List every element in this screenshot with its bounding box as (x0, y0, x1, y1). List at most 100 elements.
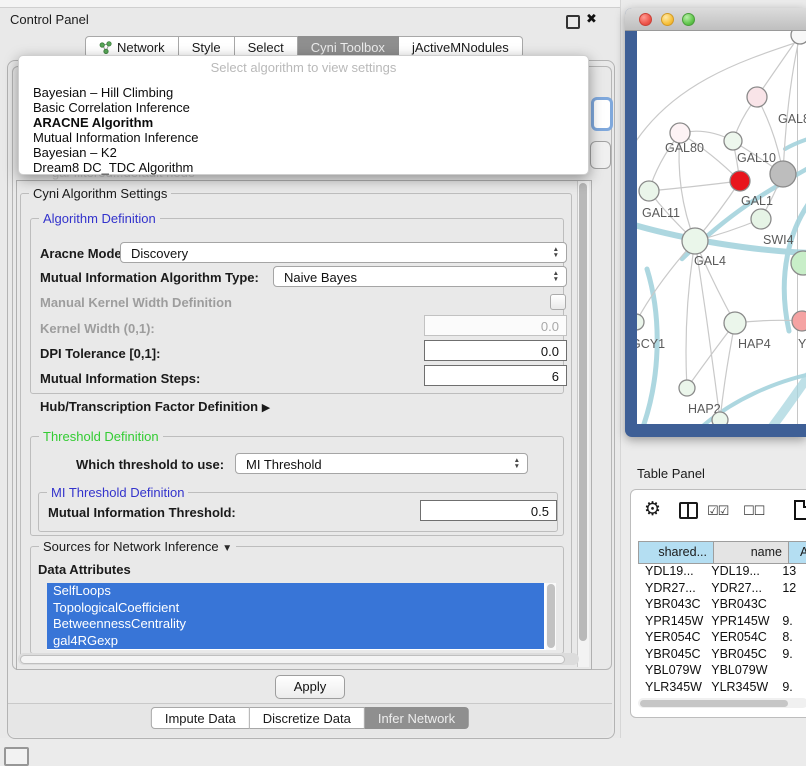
network-node-label: HAP4 (738, 337, 771, 351)
tab-infer-network[interactable]: Infer Network (365, 707, 469, 729)
network-node-label: SWI4 (763, 233, 794, 247)
algorithm-option[interactable]: Bayesian – K2 (19, 145, 588, 160)
table-cell: YDL19... (704, 563, 771, 580)
data-attributes-label: Data Attributes (38, 562, 131, 577)
network-node[interactable] (751, 209, 771, 229)
data-attribute-item[interactable]: SelfLoops (47, 583, 544, 600)
table-horizontal-scrollbar[interactable] (638, 698, 806, 708)
top-strip (0, 0, 620, 8)
network-node-label: GAL80 (665, 141, 704, 155)
mi-steps-field[interactable]: 6 (424, 365, 567, 386)
close-icon[interactable]: ✖ (586, 11, 597, 27)
network-node[interactable] (724, 132, 742, 150)
cyni-algorithm-settings-title: Cyni Algorithm Settings (29, 186, 171, 201)
settings-horizontal-scrollbar[interactable] (18, 653, 579, 665)
table-row[interactable]: YIL052CYIL052C9 (638, 695, 806, 696)
network-icon (99, 41, 112, 54)
network-node[interactable] (770, 161, 796, 187)
export-table-icon[interactable] (794, 500, 806, 520)
tab-cyni-toolbox-label: Cyni Toolbox (311, 40, 385, 55)
table-row[interactable]: YBL079WYBL079W (638, 662, 806, 679)
mi-algorithm-type-combo[interactable]: Naive Bayes ▲▼ (273, 266, 567, 287)
deselect-all-checkboxes-icon[interactable]: ☐☐ (743, 503, 764, 519)
table-cell: 12 (771, 580, 806, 597)
table-row[interactable]: YBR045CYBR045C9. (638, 646, 806, 663)
table-cell: YBR043C (638, 596, 704, 613)
tab-select-label: Select (248, 40, 284, 55)
control-panel-title: Control Panel (10, 12, 89, 27)
settings-vertical-scrollbar[interactable] (577, 181, 589, 667)
table-row[interactable]: YDL19...YDL19...13 (638, 563, 806, 580)
table-cell: 13 (771, 563, 806, 580)
chevron-right-icon: ▶ (262, 402, 270, 414)
table-cell (771, 662, 806, 679)
which-threshold-label: Which threshold to use: (76, 457, 224, 472)
float-window-icon[interactable] (566, 15, 580, 29)
tab-style-label: Style (192, 40, 221, 55)
columns-icon[interactable] (679, 502, 698, 519)
aracne-mode-combo[interactable]: Discovery ▲▼ (120, 242, 567, 263)
close-traffic-light[interactable] (639, 13, 652, 26)
attributes-list-scrollbar[interactable] (546, 583, 556, 650)
network-node[interactable] (730, 171, 750, 191)
data-attribute-item[interactable]: gal4RGexp (47, 633, 544, 650)
network-window-titlebar[interactable] (625, 8, 806, 31)
zoom-traffic-light[interactable] (682, 13, 695, 26)
algorithm-option[interactable]: Basic Correlation Inference (19, 100, 588, 115)
tab-discretize-data[interactable]: Discretize Data (250, 707, 365, 729)
network-node[interactable] (639, 181, 659, 201)
data-attribute-item[interactable]: TopologicalCoefficient (47, 600, 544, 617)
table-cell: 8. (771, 629, 806, 646)
algorithm-dropdown-list: Bayesian – Hill ClimbingBasic Correlatio… (19, 85, 588, 175)
column-header-partial[interactable]: A (788, 542, 806, 563)
manual-kernel-width-label: Manual Kernel Width Definition (40, 295, 232, 310)
focused-combo-fragment (591, 97, 613, 131)
which-threshold-combo[interactable]: MI Threshold ▲▼ (235, 453, 528, 474)
network-node[interactable] (724, 312, 746, 334)
network-node[interactable] (637, 314, 644, 330)
algorithm-option[interactable]: Mutual Information Inference (19, 130, 588, 145)
chevron-down-icon: ▼ (222, 543, 232, 554)
minimize-traffic-light[interactable] (661, 13, 674, 26)
network-node[interactable] (791, 31, 806, 44)
sources-group-title[interactable]: Sources for Network Inference ▼ (39, 539, 236, 554)
table-cell: YDL19... (638, 563, 704, 580)
column-header-shared-name[interactable]: shared... (639, 542, 713, 563)
table-cell: YIL052C (638, 695, 704, 696)
algorithm-option[interactable]: ARACNE Algorithm (19, 115, 588, 130)
apply-button[interactable]: Apply (275, 675, 345, 699)
data-attribute-item[interactable]: BetweennessCentrality (47, 616, 544, 633)
table-row[interactable]: YDR27...YDR27...12 (638, 580, 806, 597)
hub-definition-toggle[interactable]: Hub/Transcription Factor Definition ▶ (40, 399, 270, 414)
network-node[interactable] (670, 123, 690, 143)
tab-impute-data[interactable]: Impute Data (151, 707, 250, 729)
network-canvas[interactable]: GAL8GAL80GAL10GAL1GAL11SWI4GAL4GCY1HAP4Y… (637, 31, 806, 424)
network-node[interactable] (792, 311, 806, 331)
table-row[interactable]: YBR043CYBR043C (638, 596, 806, 613)
sources-title-text: Sources for Network Inference (43, 539, 219, 554)
table-row[interactable]: YLR345WYLR345W9. (638, 679, 806, 696)
network-node[interactable] (747, 87, 767, 107)
algorithm-definition-title: Algorithm Definition (39, 211, 160, 226)
aracne-mode-value: Discovery (131, 246, 188, 261)
data-attributes-list[interactable]: SelfLoopsTopologicalCoefficientBetweenne… (47, 583, 556, 650)
table-cell: YPR145W (638, 613, 704, 630)
dpi-tolerance-field[interactable]: 0.0 (424, 340, 567, 361)
gear-icon[interactable]: ⚙ (644, 498, 661, 521)
tab-network-label: Network (117, 40, 165, 55)
network-node-label: GCY1 (637, 337, 665, 351)
kernel-width-field[interactable]: 0.0 (424, 315, 567, 336)
mi-threshold-field[interactable]: 0.5 (420, 500, 557, 521)
algorithm-option[interactable]: Bayesian – Hill Climbing (19, 85, 588, 100)
table-row[interactable]: YER054CYER054C8. (638, 629, 806, 646)
collapsed-panel-button[interactable] (4, 747, 29, 766)
algorithm-option[interactable]: Dream8 DC_TDC Algorithm (19, 160, 588, 175)
column-header-name[interactable]: name (713, 542, 788, 563)
manual-kernel-width-checkbox[interactable] (550, 294, 566, 310)
select-all-checkboxes-icon[interactable]: ☑☑ (707, 503, 728, 519)
network-node[interactable] (679, 380, 695, 396)
network-node[interactable] (682, 228, 708, 254)
table-row[interactable]: YPR145WYPR145W9. (638, 613, 806, 630)
gray-edges (637, 35, 806, 420)
network-node[interactable] (712, 412, 728, 424)
